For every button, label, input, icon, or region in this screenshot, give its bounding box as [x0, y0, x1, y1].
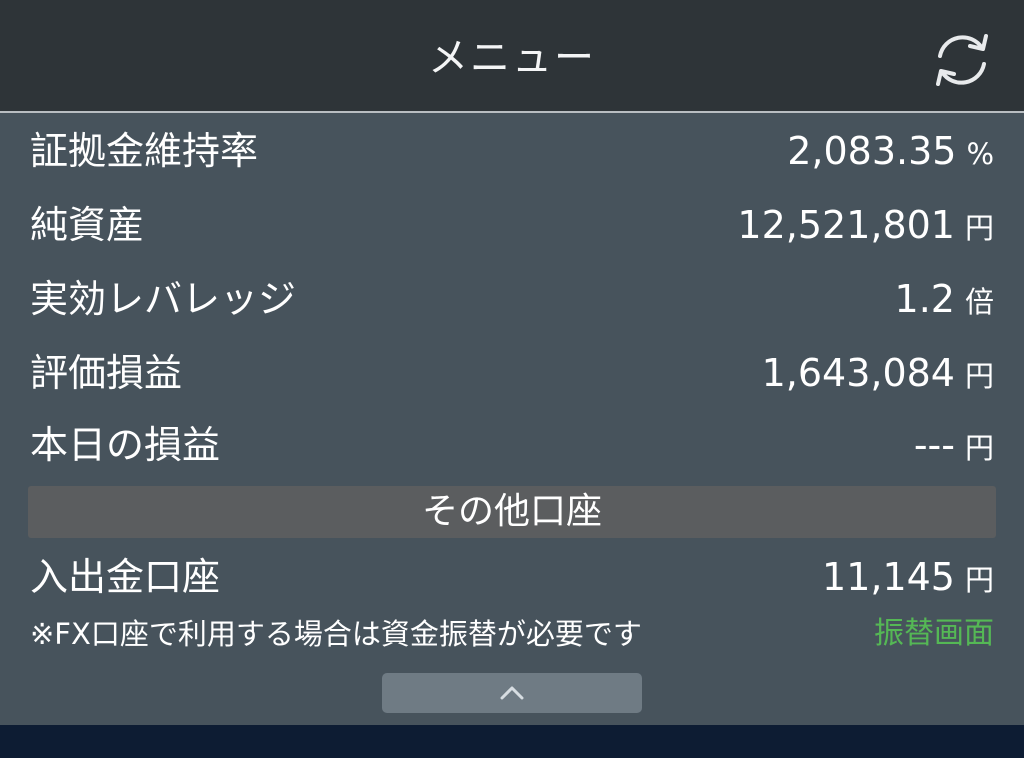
refresh-button[interactable]	[926, 24, 998, 96]
metric-unit: 倍	[964, 285, 994, 319]
transfer-note: ※FX口座で利用する場合は資金振替が必要です	[30, 617, 642, 651]
metric-value: 2,083.35	[787, 129, 957, 173]
metric-label: 実効レバレッジ	[30, 277, 297, 321]
metric-value: 1.2	[894, 277, 955, 321]
metric-value: 12,521,801	[737, 203, 955, 247]
metric-label: 本日の損益	[30, 423, 221, 467]
deposit-account-row: 入出金口座 11,145 円	[30, 549, 994, 605]
metric-value-group: 1,643,084 円	[762, 345, 994, 409]
section-title: その他口座	[421, 491, 602, 532]
metric-value-group: 1.2 倍	[895, 271, 994, 335]
metric-row-today-pl: 本日の損益 --- 円	[30, 417, 994, 473]
other-accounts-header: その他口座	[28, 486, 996, 538]
account-summary: 証拠金維持率 2,083.35% 純資産 12,521,801 円 実効レバレッジ…	[0, 113, 1024, 725]
metric-value-group: 2,083.35%	[787, 123, 994, 187]
metric-value: 1,643,084	[761, 351, 955, 395]
metric-unit: 円	[964, 359, 994, 393]
deposit-unit: 円	[964, 563, 994, 597]
transfer-screen-link[interactable]: 振替画面	[874, 611, 994, 657]
metric-unit: %	[966, 137, 994, 171]
header-bar: メニュー	[0, 0, 1024, 113]
bottom-bar	[0, 725, 1024, 758]
refresh-icon	[936, 34, 988, 86]
metric-label: 純資産	[30, 203, 145, 247]
deposit-value: 11,145	[822, 555, 955, 599]
metric-label: 評価損益	[30, 351, 183, 395]
metric-unit: 円	[964, 431, 994, 465]
chevron-up-icon	[500, 686, 524, 700]
metric-row-unrealized-pl: 評価損益 1,643,084 円	[30, 345, 994, 401]
collapse-button[interactable]	[382, 673, 642, 713]
metric-label: 証拠金維持率	[30, 129, 259, 173]
page-title: メニュー	[428, 35, 596, 81]
metric-value: ---	[913, 423, 955, 467]
metric-row-effective-leverage: 実効レバレッジ 1.2 倍	[30, 271, 994, 327]
deposit-value-group: 11,145 円	[822, 549, 994, 613]
metric-row-margin-ratio: 証拠金維持率 2,083.35%	[30, 123, 994, 179]
metric-value-group: --- 円	[914, 417, 994, 481]
metric-row-net-assets: 純資産 12,521,801 円	[30, 197, 994, 253]
deposit-label: 入出金口座	[30, 555, 221, 599]
transfer-note-row: ※FX口座で利用する場合は資金振替が必要です 振替画面	[30, 611, 994, 657]
metric-unit: 円	[964, 211, 994, 245]
metric-value-group: 12,521,801 円	[737, 197, 994, 261]
